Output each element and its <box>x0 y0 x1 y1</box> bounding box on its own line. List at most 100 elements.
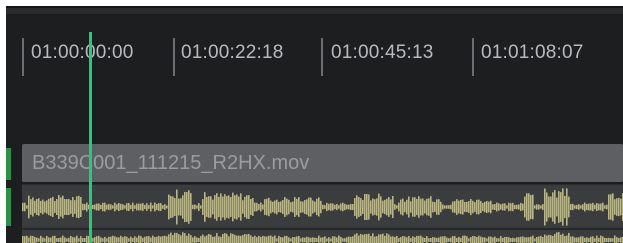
waveform-bar <box>178 198 180 216</box>
waveform-bar <box>48 198 50 216</box>
waveform-bar <box>124 205 126 209</box>
waveform-bar <box>600 235 602 243</box>
waveform-bar <box>564 236 566 243</box>
waveform-bar <box>106 238 108 242</box>
waveform-bar <box>66 199 68 215</box>
waveform-bar <box>390 236 392 243</box>
waveform-bar <box>210 234 212 243</box>
waveform-bar <box>598 203 600 211</box>
playhead[interactable] <box>89 32 92 243</box>
waveform-bar <box>392 195 394 219</box>
waveform-bar <box>362 234 364 243</box>
waveform-bar <box>38 198 40 216</box>
waveform-bar <box>544 234 546 243</box>
waveform-bar <box>576 204 578 210</box>
waveform-bar <box>512 202 514 212</box>
waveform-bar <box>338 205 340 209</box>
waveform-bar <box>142 203 144 211</box>
waveform-bar <box>230 197 232 217</box>
waveform-bar <box>314 201 316 213</box>
waveform-bar <box>316 198 318 216</box>
clip-header[interactable]: B339C001_111215_R2HX.mov <box>22 144 623 182</box>
waveform-bar <box>332 236 334 243</box>
waveform-bar <box>410 201 412 213</box>
waveform-bar <box>280 201 282 213</box>
waveform-bar <box>380 196 382 218</box>
waveform-bar <box>368 194 370 220</box>
waveform-bar <box>478 235 480 243</box>
timecode-tick <box>173 38 175 76</box>
waveform-bar <box>266 236 268 243</box>
waveform-bar <box>572 203 574 211</box>
waveform-bar <box>558 232 560 243</box>
waveform-bar <box>340 236 342 243</box>
waveform-bar <box>354 198 356 216</box>
waveform-bar <box>252 236 254 243</box>
waveform-bar <box>326 202 328 212</box>
waveform-bar <box>604 205 606 209</box>
waveform-bar <box>536 236 538 243</box>
waveform-bar <box>86 235 88 243</box>
waveform-bar <box>540 235 542 243</box>
waveform-bar <box>94 204 96 210</box>
waveform-bar <box>190 193 192 221</box>
waveform-bar <box>184 191 186 223</box>
audio-clip-track-2[interactable] <box>22 230 623 243</box>
waveform-bar <box>386 233 388 243</box>
timecode-tick <box>22 38 24 76</box>
waveform-bar <box>220 236 222 243</box>
waveform-bar <box>620 237 622 243</box>
waveform-bar <box>228 195 230 219</box>
waveform-bar <box>380 234 382 243</box>
waveform-bar <box>68 237 70 243</box>
waveform-bar <box>356 233 358 243</box>
waveform-bar <box>478 199 480 215</box>
waveform-bar <box>586 203 588 211</box>
waveform-bar <box>472 200 474 214</box>
waveform-bar <box>112 235 114 243</box>
audio-clip-track-1[interactable] <box>22 184 623 229</box>
waveform-bar <box>284 235 286 243</box>
waveform-bar <box>44 238 46 242</box>
waveform-bar <box>248 195 250 219</box>
waveform-bar <box>504 237 506 243</box>
waveform-bar <box>608 194 610 220</box>
waveform-bar <box>36 237 38 243</box>
waveform-bar <box>174 232 176 243</box>
waveform-bar <box>194 204 196 210</box>
waveform-bar <box>166 236 168 243</box>
timecode-tick <box>321 38 323 76</box>
waveform-bar <box>264 236 266 243</box>
waveform-bar <box>352 203 354 211</box>
waveform-bar <box>516 204 518 210</box>
waveform-bar <box>368 233 370 243</box>
waveform-bar <box>310 237 312 243</box>
waveform-bar <box>246 195 248 219</box>
waveform-bar <box>188 233 190 243</box>
waveform-bar <box>614 235 616 243</box>
waveform-bar <box>438 237 440 243</box>
waveform-bar <box>518 237 520 243</box>
timecode-ruler[interactable]: 01:00:00:00 01:00:22:18 01:00:45:13 01:0… <box>6 30 623 80</box>
waveform-bar <box>570 236 572 243</box>
waveform-bar <box>486 200 488 214</box>
waveform-bar <box>556 232 558 243</box>
waveform-bar <box>430 196 432 218</box>
waveform-bar <box>152 205 154 209</box>
waveform-bar <box>252 198 254 216</box>
waveform-bar <box>74 200 76 214</box>
waveform-bar <box>70 200 72 214</box>
waveform-bar <box>588 238 590 242</box>
waveform-bar <box>76 196 78 218</box>
waveform-bar <box>144 204 146 210</box>
waveform-bar <box>422 237 424 243</box>
audio-track-edge <box>6 188 11 226</box>
waveform-bar <box>270 200 272 214</box>
waveform-bar <box>482 237 484 243</box>
waveform-bar <box>212 236 214 243</box>
waveform-bar <box>462 235 464 243</box>
waveform-bar <box>240 235 242 243</box>
waveform-bar <box>480 200 482 214</box>
waveform-bar <box>180 235 182 243</box>
waveform-bar <box>40 200 42 214</box>
